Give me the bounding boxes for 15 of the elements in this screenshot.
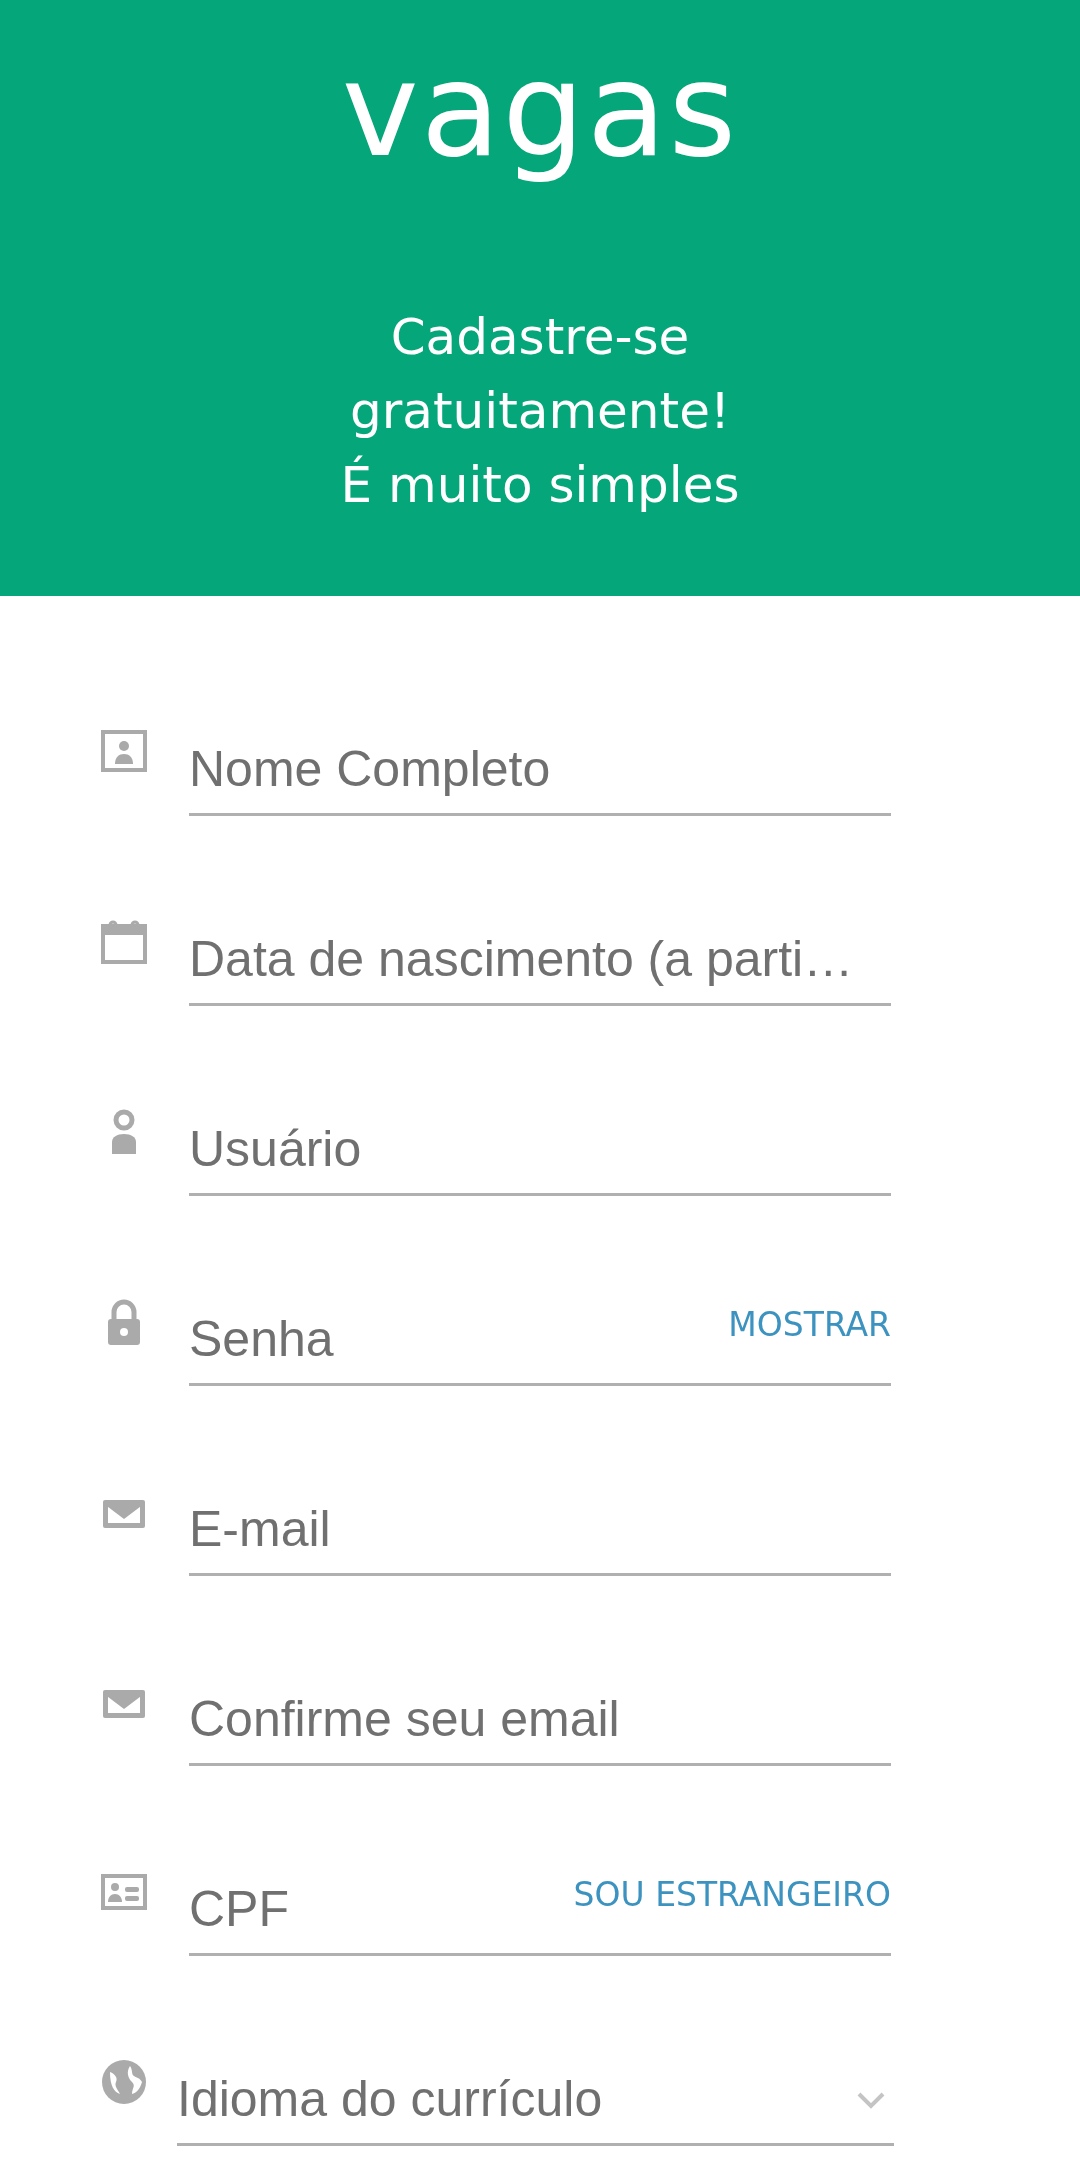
calendar-icon <box>100 918 148 966</box>
dropdown-field[interactable]: Idioma do currículo <box>177 2062 856 2137</box>
tagline: Cadastre-se gratuitamente! É muito simples <box>340 307 740 516</box>
globe-icon <box>100 2058 148 2106</box>
input-field[interactable]: Confirme seu email <box>189 1682 891 1757</box>
input-field[interactable]: E-mail <box>189 1492 891 1567</box>
text-link[interactable]: MOSTRAR <box>728 1300 891 1350</box>
input-field[interactable]: Nome Completo <box>189 732 891 807</box>
chevron-down-icon <box>856 2090 886 2109</box>
input-field[interactable]: Usuário <box>189 1112 891 1187</box>
input-field[interactable]: Senha <box>189 1302 729 1377</box>
input-field[interactable]: Data de nascimento (a parti… <box>189 922 891 997</box>
text-link[interactable]: SOU ESTRANGEIRO <box>573 1870 891 1920</box>
logo: vagas <box>341 40 739 180</box>
input-field[interactable]: CPF <box>189 1872 574 1947</box>
